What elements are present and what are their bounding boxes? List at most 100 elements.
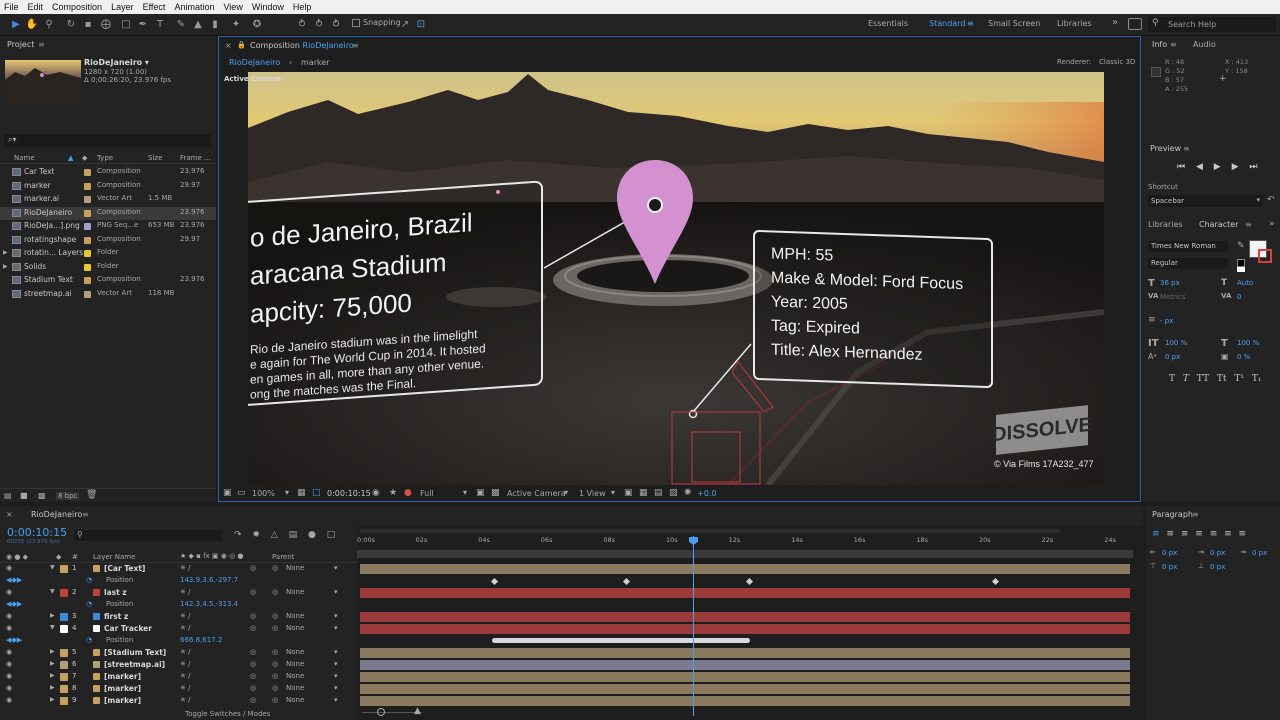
column-frame-rate[interactable]: Frame ... (180, 154, 211, 162)
layer-label-swatch[interactable] (60, 565, 68, 573)
project-item[interactable]: Car Text Composition 23.976 (0, 166, 216, 179)
twirl-arrow-icon[interactable]: ▶ (50, 648, 55, 655)
project-item[interactable]: rotatingshape Composition 29.97 (0, 234, 216, 247)
bit-depth[interactable]: 8 bpc (56, 492, 80, 500)
property-row[interactable]: ◀◆▶ ◔ Position 143.9,3.6,-297.7 (0, 575, 357, 587)
align-center-icon[interactable]: ≡ (1166, 529, 1174, 539)
close-icon[interactable]: × (6, 510, 13, 519)
magnification-select[interactable]: 100% (252, 489, 275, 498)
pick-whip-icon[interactable]: ◎ (272, 660, 278, 668)
3d-layer-icon[interactable]: ◎ (250, 672, 256, 680)
twirl-arrow-icon[interactable]: ▶ (50, 696, 55, 703)
parent-select[interactable]: None (286, 612, 304, 620)
view-axis-icon[interactable]: ⥁ (329, 17, 343, 31)
visibility-icon[interactable]: ◉ (6, 588, 12, 596)
column-size[interactable]: Size (148, 154, 162, 162)
parent-select[interactable]: None (286, 684, 304, 692)
dropdown-icon[interactable]: ▾ (564, 488, 568, 497)
project-item[interactable]: Stadium Text Composition 23.976 (0, 274, 216, 287)
safe-zones-icon[interactable]: ▦ (297, 488, 306, 498)
roto-brush-tool-icon[interactable]: ✦ (229, 17, 243, 31)
workspace-standard[interactable]: Standard (929, 19, 965, 28)
layer-name[interactable]: Car Tracker (104, 624, 152, 633)
zoom-slider-handle[interactable] (377, 708, 385, 716)
info-tab[interactable]: Info (1152, 40, 1167, 49)
twirl-arrow-icon[interactable]: ▶ (50, 612, 55, 619)
channel-icon[interactable]: ● (404, 488, 412, 498)
comp-panel-menu-icon[interactable]: ≡ (352, 41, 359, 50)
stopwatch-icon[interactable]: ◔ (86, 600, 92, 608)
timeline-search-input[interactable]: ⚲ (74, 530, 222, 541)
black-swatch[interactable] (1237, 259, 1245, 267)
font-style-select[interactable]: Regular (1148, 258, 1228, 269)
3d-layer-icon[interactable]: ◎ (250, 588, 256, 596)
layer-row[interactable]: ◉ ▶ 6 [streetmap.ai] ✳ ∕ ◎ ◎ None ▾ (0, 659, 357, 671)
3d-layer-icon[interactable]: ◎ (250, 696, 256, 704)
layer-name[interactable]: [streetmap.ai] (104, 660, 165, 669)
layer-label-swatch[interactable] (60, 673, 68, 681)
close-icon[interactable]: × (225, 41, 232, 50)
world-axis-icon[interactable]: ⥁ (312, 17, 326, 31)
layer-label-swatch[interactable] (60, 625, 68, 633)
hand-tool-icon[interactable]: ✋ (25, 17, 39, 31)
paragraph-title[interactable]: Paragraph (1152, 510, 1193, 519)
layer-label-swatch[interactable] (60, 697, 68, 705)
show-snapshot-icon[interactable]: ★ (389, 488, 397, 498)
project-item[interactable]: RioDeJa...].png PNG Seq...e 653 MB 23.976 (0, 220, 216, 233)
workspace-menu-icon[interactable]: ≡ (967, 19, 974, 28)
dropdown-icon[interactable]: ▾ (334, 660, 338, 668)
layer-bar[interactable] (360, 684, 1130, 694)
visibility-icon[interactable]: ◉ (6, 648, 12, 656)
pick-whip-icon[interactable]: ◎ (272, 624, 278, 632)
layer-label-swatch[interactable] (60, 661, 68, 669)
align-left-icon[interactable]: ≡ (1152, 529, 1160, 539)
stroke-width-value[interactable]: - px (1160, 317, 1173, 325)
local-axis-icon[interactable]: ⥁ (295, 17, 309, 31)
panel-menu-icon[interactable]: ≡ (1245, 220, 1252, 229)
audio-tab[interactable]: Audio (1193, 40, 1216, 49)
3d-layer-icon[interactable]: ◎ (250, 624, 256, 632)
layer-switches-icon[interactable]: ✳ ∕ (180, 612, 190, 620)
layer-switches-icon[interactable]: ✳ ∕ (180, 672, 190, 680)
work-area-range[interactable] (357, 550, 1133, 558)
indent-left-value[interactable]: 0 px (1162, 549, 1177, 557)
label-column-icon[interactable]: ◆ (82, 154, 87, 162)
project-search-input[interactable]: ⌕▾ (4, 134, 211, 147)
property-value[interactable]: 666.8,617.2 (180, 636, 222, 644)
visibility-icon[interactable]: ◉ (6, 624, 12, 632)
menu-composition[interactable]: Composition (52, 2, 102, 12)
workspace-small-screen[interactable]: Small Screen (988, 19, 1040, 28)
graph-editor-icon[interactable]: □ (327, 530, 336, 540)
align-right-icon[interactable]: ≡ (1181, 529, 1189, 539)
layer-switches-icon[interactable]: ✳ ∕ (180, 564, 190, 572)
label-color-swatch[interactable] (84, 169, 91, 176)
snap-icon[interactable]: ↗ (398, 17, 412, 31)
layer-row[interactable]: ◉ ▶ 5 [Stadium Text] ✳ ∕ ◎ ◎ None ▾ (0, 647, 357, 659)
property-row[interactable]: ◀◆▶ ◔ Position 666.8,617.2 (0, 635, 357, 647)
twirl-arrow-icon[interactable]: ▼ (50, 564, 55, 571)
sort-icon[interactable]: ▲ (68, 154, 73, 162)
menu-effect[interactable]: Effect (143, 2, 166, 12)
workspace-essentials[interactable]: Essentials (868, 19, 908, 28)
panel-menu-icon[interactable]: ≡ (1170, 40, 1177, 49)
keyframe-nav-icon[interactable]: ◀◆▶ (6, 576, 22, 584)
parent-select[interactable]: None (286, 660, 304, 668)
interpret-footage-icon[interactable]: ▤ (4, 491, 12, 500)
label-color-swatch[interactable] (84, 182, 91, 190)
project-item[interactable]: marker.ai Vector Art 1.5 MB (0, 193, 216, 206)
keyframe-nav-icon[interactable]: ◀◆▶ (6, 600, 22, 608)
pan-behind-tool-icon[interactable]: ⨁ (99, 17, 113, 31)
layer-bar[interactable] (360, 660, 1130, 670)
indent-right-value[interactable]: 0 px (1210, 549, 1225, 557)
composition-panel-title[interactable]: Composition RioDeJaneiro (250, 41, 354, 50)
previous-frame-icon[interactable]: ◀ (1196, 162, 1203, 172)
layer-name[interactable]: [marker] (104, 672, 141, 681)
layer-name[interactable]: first z (104, 612, 128, 621)
dropdown-icon[interactable]: ▾ (334, 672, 338, 680)
layer-row[interactable]: ◉ ▼ 2 last z ✳ ∕ ◎ ◎ None ▾ (0, 587, 357, 599)
layer-switches-icon[interactable]: ✳ ∕ (180, 696, 190, 704)
renderer-value[interactable]: Classic 3D (1099, 58, 1135, 66)
dropdown-icon[interactable]: ▾ (334, 564, 338, 572)
3d-layer-icon[interactable]: ◎ (250, 660, 256, 668)
leading-value[interactable]: Auto (1237, 279, 1253, 287)
